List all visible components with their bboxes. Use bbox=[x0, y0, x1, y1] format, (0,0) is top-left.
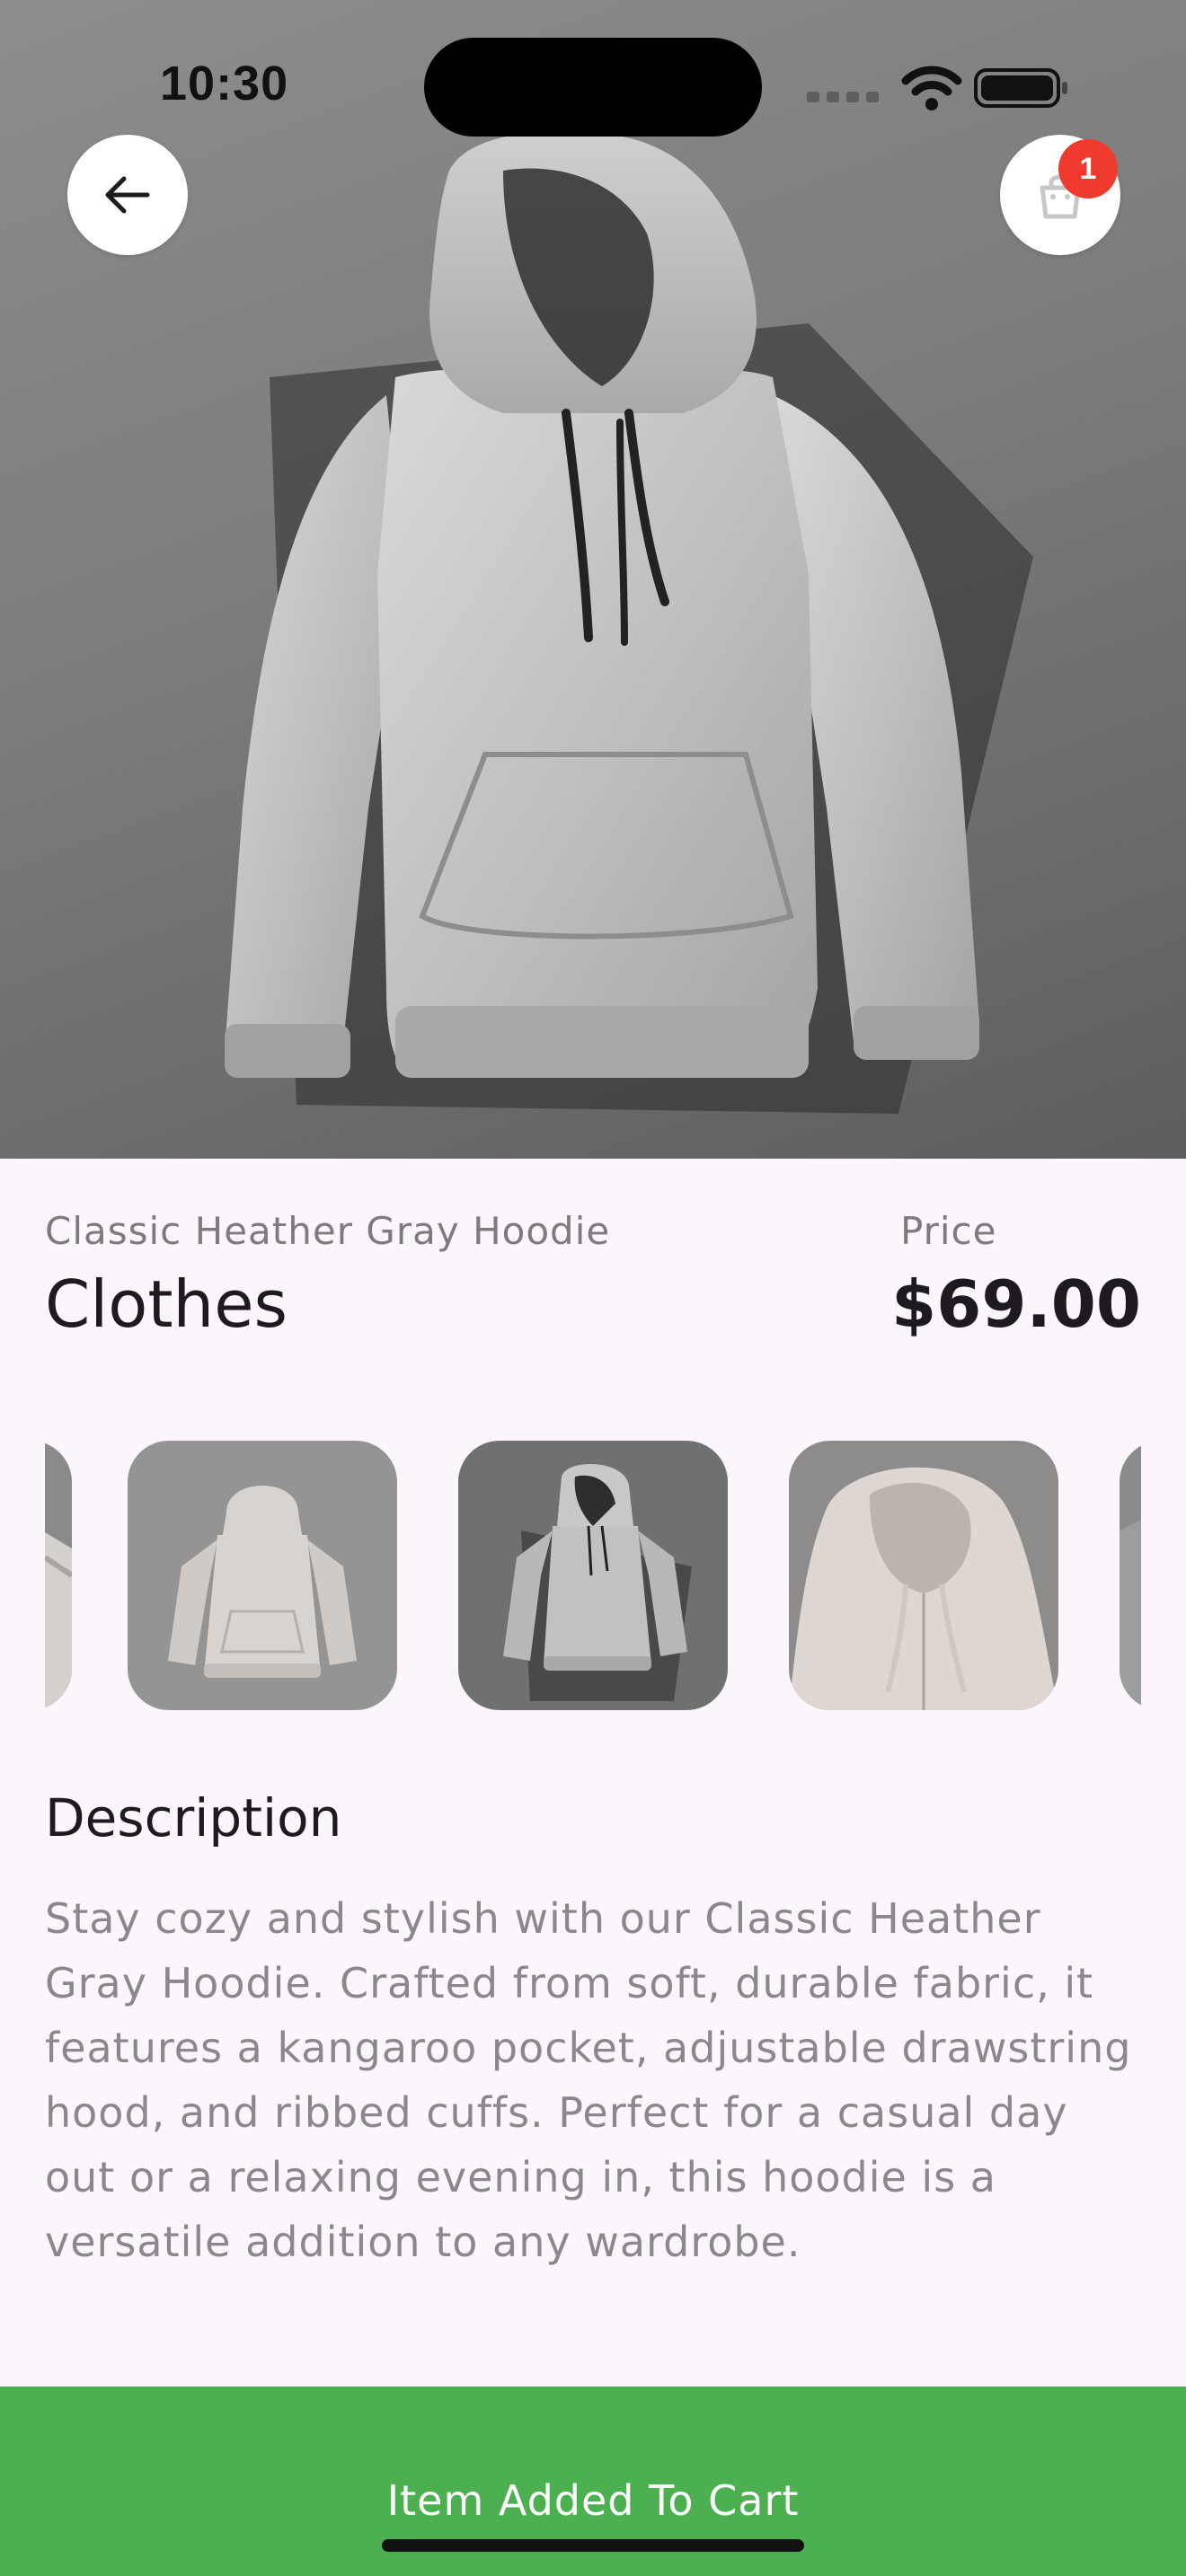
status-time: 10:30 bbox=[160, 57, 289, 110]
dynamic-island bbox=[424, 38, 762, 137]
description-heading: Description bbox=[45, 1787, 342, 1848]
thumbnail-4[interactable] bbox=[789, 1441, 1058, 1710]
hoodie-thumbnail-image bbox=[1120, 1441, 1141, 1710]
hoodie-thumbnail-image bbox=[458, 1441, 728, 1710]
thumbnail-5[interactable] bbox=[1120, 1441, 1141, 1710]
product-name: Classic Heather Gray Hoodie bbox=[45, 1209, 611, 1253]
back-button[interactable] bbox=[67, 135, 188, 255]
thumbnail-1[interactable] bbox=[45, 1441, 72, 1710]
price-label: Price bbox=[900, 1209, 997, 1253]
hoodie-thumbnail-image bbox=[45, 1441, 72, 1710]
hoodie-thumbnail-image bbox=[128, 1441, 397, 1710]
wifi-icon bbox=[901, 66, 962, 110]
signal-icon bbox=[807, 92, 879, 102]
product-category: Clothes bbox=[45, 1266, 288, 1342]
add-to-cart-label: Item Added To Cart bbox=[386, 2476, 800, 2525]
cart-count-badge: 1 bbox=[1058, 139, 1118, 198]
description-text: Stay cozy and stylish with our Classic H… bbox=[45, 1894, 1132, 2266]
arrow-left-icon bbox=[105, 176, 150, 214]
battery-icon bbox=[974, 68, 1067, 108]
thumbnail-3[interactable] bbox=[458, 1441, 728, 1710]
status-icons bbox=[807, 66, 1067, 110]
price-value: $69.00 bbox=[891, 1266, 1141, 1342]
product-detail-screen: 10:30 1 Classic Heather Gray Hoodie Clot… bbox=[0, 0, 1186, 2576]
hoodie-thumbnail-image bbox=[789, 1441, 1058, 1710]
thumbnail-2[interactable] bbox=[128, 1441, 397, 1710]
thumbnail-gallery[interactable] bbox=[45, 1441, 1141, 1710]
home-indicator[interactable] bbox=[382, 2539, 804, 2552]
